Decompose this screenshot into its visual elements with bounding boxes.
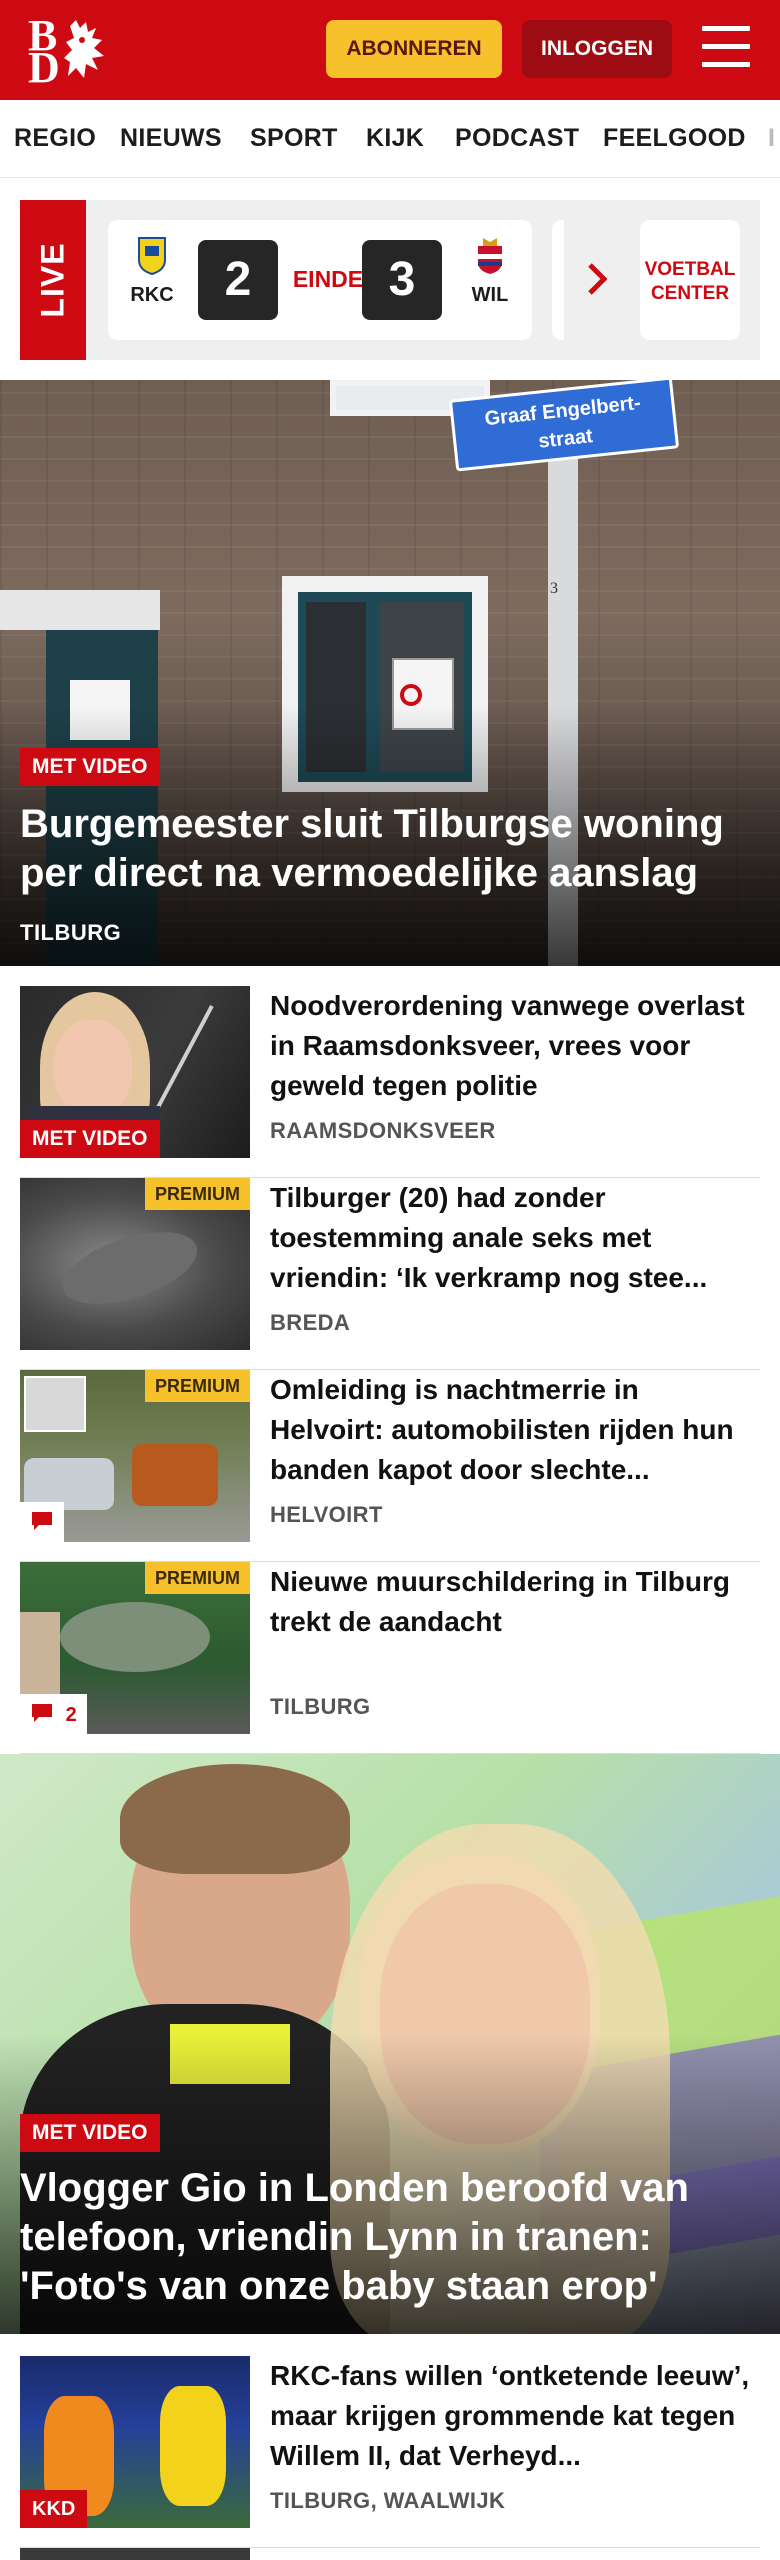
article-location: RAAMSDONKSVEER: [270, 1118, 496, 1143]
list-item[interactable]: MET VIDEO Noodverordening vanwege overla…: [20, 986, 760, 1178]
street-sign-line2: straat: [537, 425, 594, 453]
article-thumbnail: MET VIDEO: [20, 986, 250, 1158]
article-title[interactable]: Nieuwe muurschildering in Tilburg trekt …: [270, 1562, 750, 1682]
comment-count[interactable]: [20, 1502, 64, 1542]
video-badge: MET VIDEO: [20, 748, 160, 786]
article-title[interactable]: Noodverordening vanwege overlast in Raam…: [270, 986, 750, 1106]
article-thumbnail: PREMIUM: [20, 1370, 250, 1542]
hero-location: TILBURG: [20, 920, 122, 945]
nav-item-overflow[interactable]: I: [768, 124, 775, 153]
logo-letter-d: D: [28, 43, 60, 92]
rkc-crest-icon: [138, 237, 166, 276]
live-tab[interactable]: LIVE: [20, 200, 86, 360]
away-score: 3: [362, 240, 442, 320]
comment-count-value: 2: [65, 1704, 77, 1726]
featured-article[interactable]: MET VIDEO Vlogger Gio in Londen beroofd …: [0, 1754, 780, 2334]
list-item[interactable]: PREMIUM 2 Nieuwe muurschildering in Tilb…: [20, 1562, 760, 1754]
voetbal-center-label: VOETBAL CENTER: [644, 259, 736, 304]
lion-icon: [64, 20, 104, 78]
article-thumbnail: PREMIUM 2: [20, 1562, 250, 1734]
home-club-name: RKC: [130, 284, 174, 306]
premium-badge: PREMIUM: [145, 1562, 250, 1594]
next-match-card[interactable]: [552, 220, 564, 340]
article-location: HELVOIRT: [270, 1502, 383, 1527]
chevron-right-icon[interactable]: [586, 262, 608, 296]
article-title[interactable]: Tilburger (20) had zonder toestemming an…: [270, 1178, 750, 1298]
article-location: BREDA: [270, 1310, 351, 1335]
comment-icon: [32, 1512, 52, 1530]
video-badge: MET VIDEO: [20, 1120, 160, 1158]
subscribe-button[interactable]: ABONNEREN: [326, 20, 502, 78]
live-scores-panel: LIVE RKC 2 EINDE 3 WIL VOETBAL CENTER: [20, 200, 760, 360]
login-button[interactable]: INLOGGEN: [522, 20, 672, 78]
hero-article[interactable]: Graaf Engelbert- straat 3 MET VIDEO Burg…: [0, 380, 780, 966]
premium-badge: PREMIUM: [145, 1370, 250, 1402]
away-club: WIL: [460, 236, 520, 307]
home-score: 2: [198, 240, 278, 320]
section-nav: REGIO NIEUWS SPORT KIJK PODCAST FEELGOOD…: [0, 100, 780, 178]
live-label: LIVE: [34, 242, 71, 318]
list-item-partial[interactable]: [20, 2548, 760, 2560]
video-badge: MET VIDEO: [20, 2114, 160, 2152]
nav-item-nieuws[interactable]: NIEUWS: [120, 124, 222, 153]
nav-item-regio[interactable]: REGIO: [14, 124, 96, 153]
hero-title[interactable]: Burgemeester sluit Tilburgse woning per …: [20, 800, 760, 898]
nav-item-kijk[interactable]: KIJK: [366, 124, 424, 153]
willem-ii-crest-icon: [478, 238, 502, 274]
article-thumbnail: KKD: [20, 2356, 250, 2528]
nav-item-feelgood[interactable]: FEELGOOD: [603, 124, 746, 153]
voetbal-center-link[interactable]: VOETBAL CENTER: [640, 220, 740, 340]
comment-icon: [32, 1704, 52, 1722]
kkd-badge: KKD: [20, 2490, 88, 2528]
nav-item-sport[interactable]: SPORT: [250, 124, 338, 153]
nav-item-podcast[interactable]: PODCAST: [455, 124, 579, 153]
article-title[interactable]: Omleiding is nachtmerrie in Helvoirt: au…: [270, 1370, 750, 1490]
home-club: RKC: [122, 236, 182, 307]
list-item[interactable]: PREMIUM Tilburger (20) had zonder toeste…: [20, 1178, 760, 1370]
bd-logo[interactable]: B D: [26, 14, 116, 90]
premium-badge: PREMIUM: [145, 1178, 250, 1210]
comment-count[interactable]: 2: [20, 1694, 87, 1734]
match-card[interactable]: RKC 2 EINDE 3 WIL: [108, 220, 532, 340]
match-status: EINDE: [292, 266, 364, 292]
article-location: TILBURG, WAALWIJK: [270, 2488, 506, 2513]
article-location: TILBURG: [270, 1694, 371, 1719]
list-item[interactable]: KKD RKC-fans willen ‘ontketende leeuw’, …: [20, 2356, 760, 2548]
street-sign-line1: Graaf Engelbert-: [483, 391, 642, 431]
article-title[interactable]: RKC-fans willen ‘ontketende leeuw’, maar…: [270, 2356, 750, 2476]
list-item[interactable]: PREMIUM Omleiding is nachtmerrie in Helv…: [20, 1370, 760, 1562]
hamburger-menu-icon[interactable]: [702, 26, 750, 70]
article-thumbnail: PREMIUM: [20, 1178, 250, 1350]
featured-title[interactable]: Vlogger Gio in Londen beroofd van telefo…: [20, 2164, 760, 2311]
away-club-name: WIL: [471, 284, 509, 306]
site-header: B D ABONNEREN INLOGGEN: [0, 0, 780, 100]
